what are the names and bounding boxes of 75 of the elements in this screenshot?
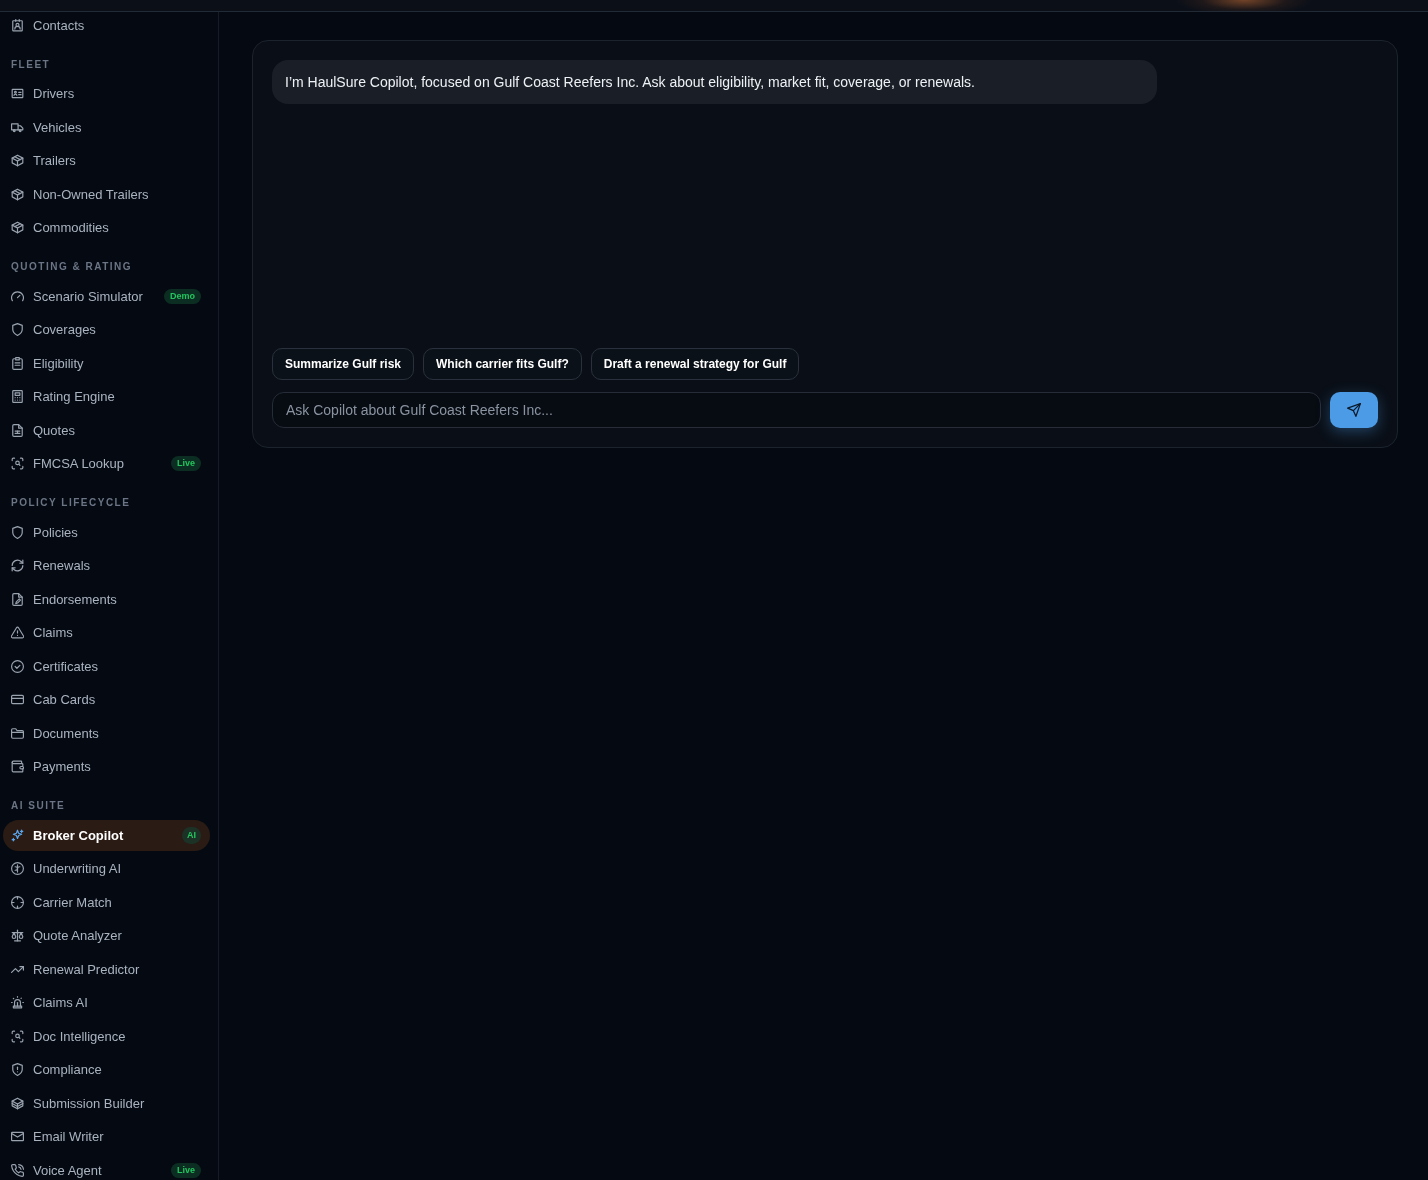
suggestion-chip[interactable]: Draft a renewal strategy for Gulf	[590, 348, 800, 380]
sidebar-item[interactable]: Coverages	[3, 312, 104, 347]
sidebar-item[interactable]: Renewal Predictor	[3, 952, 148, 986]
id-card-icon	[11, 87, 24, 100]
sidebar-item[interactable]: Carrier Match	[3, 885, 120, 919]
shield-icon	[11, 323, 24, 336]
contact-icon	[11, 18, 24, 32]
warning-icon	[11, 626, 24, 639]
sidebar-item[interactable]: Endorsements	[3, 582, 125, 616]
sidebar-item[interactable]: Rating Engine	[3, 379, 123, 414]
sidebar-item[interactable]: Non-Owned Trailers	[3, 177, 157, 211]
suggestion-chip[interactable]: Summarize Gulf risk	[272, 348, 415, 380]
sidebar-item[interactable]: Commodities	[3, 210, 117, 245]
sidebar-item[interactable]: Certificates	[3, 649, 107, 683]
sparkles-icon	[11, 828, 24, 842]
sidebar-item[interactable]: Drivers	[3, 76, 83, 111]
sidebar-item[interactable]: Claims	[3, 615, 81, 650]
status-badge: Live	[171, 1162, 201, 1178]
mail-icon	[11, 1130, 24, 1143]
message-input[interactable]: Ask Copilot about Gulf Coast Reefers Inc...	[272, 392, 1321, 428]
gauge-icon	[11, 289, 24, 303]
sidebar-item[interactable]: Scenario Simulator	[3, 279, 151, 313]
sidebar-item[interactable]: Renewals	[3, 548, 99, 583]
sidebar-item[interactable]: Submission Builder	[3, 1086, 153, 1120]
sidebar-item[interactable]: Voice Agent	[3, 1153, 110, 1180]
sidebar-item[interactable]: Documents	[3, 716, 107, 750]
sidebar-item[interactable]: Contacts	[3, 12, 93, 42]
card-icon	[11, 693, 24, 706]
phone-icon	[11, 1163, 24, 1177]
scales-icon	[11, 929, 24, 942]
sidebar-item[interactable]: Quote Analyzer	[3, 918, 130, 953]
sidebar-item[interactable]: FMCSA Lookup	[3, 446, 133, 481]
folder-icon	[11, 726, 24, 740]
refresh-icon	[11, 559, 24, 572]
section-heading: QUOTING & RATING	[10, 260, 134, 275]
sidebar-item[interactable]: Payments	[3, 749, 99, 784]
sidebar-item[interactable]: Broker Copilot AI	[3, 819, 210, 851]
siren-icon	[11, 996, 24, 1009]
package-icon	[11, 221, 24, 234]
box-icon	[11, 154, 24, 167]
calculator-icon	[11, 390, 24, 403]
suggestion-chip[interactable]: Which carrier fits Gulf?	[423, 348, 582, 380]
status-badge: AI	[182, 826, 201, 844]
sidebar-item[interactable]: Email Writer	[3, 1119, 112, 1154]
send-icon	[1347, 403, 1361, 417]
stacked-box-icon	[11, 1096, 24, 1110]
scan-search-icon	[11, 1029, 24, 1043]
sidebar-item[interactable]: Eligibility	[3, 346, 92, 380]
box-icon	[11, 187, 24, 201]
sidebar-item[interactable]: Cab Cards	[3, 682, 104, 717]
circle-emblem-icon	[11, 862, 24, 875]
section-heading: FLEET	[10, 57, 52, 72]
sidebar-item[interactable]: Vehicles	[3, 110, 90, 144]
document-pen-icon	[11, 592, 24, 606]
sidebar-item[interactable]: Doc Intelligence	[3, 1019, 134, 1053]
send-button[interactable]	[1330, 392, 1378, 428]
shield-alert-icon	[11, 1063, 24, 1076]
document-icon	[11, 423, 24, 437]
status-badge: Live	[171, 456, 201, 471]
wallet-icon	[11, 760, 24, 773]
scan-search-icon	[11, 457, 24, 470]
section-heading: AI SUITE	[10, 799, 67, 814]
status-badge: Demo	[164, 288, 201, 304]
sidebar-item[interactable]: Underwriting AI	[3, 851, 130, 886]
sidebar-item[interactable]: Policies	[3, 515, 86, 549]
sidebar-item[interactable]: Compliance	[3, 1052, 110, 1087]
truck-icon	[11, 120, 24, 134]
sidebar-item[interactable]: Quotes	[3, 413, 83, 447]
assistant-message: I’m HaulSure Copilot, focused on Gulf Coast Reefers Inc. Ask about eligibility, market fit, coverage, or renewals.	[272, 60, 1157, 104]
shield-icon	[11, 525, 24, 539]
sidebar-item[interactable]: Claims AI	[3, 985, 96, 1020]
crosshair-icon	[11, 895, 24, 909]
sidebar-item[interactable]: Trailers	[3, 143, 84, 178]
clipboard-icon	[11, 356, 24, 370]
section-heading: POLICY LIFECYCLE	[10, 496, 132, 511]
